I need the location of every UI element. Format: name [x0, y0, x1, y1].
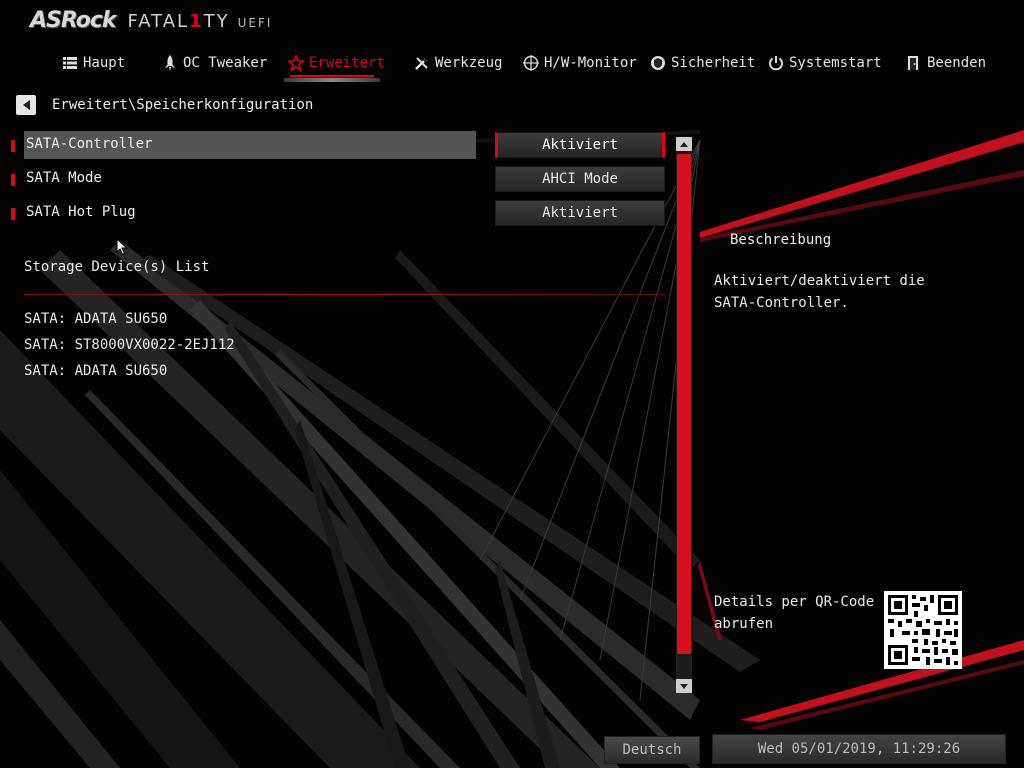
tab-haupt[interactable]: Haupt — [62, 52, 125, 74]
tab-label: OC Tweaker — [183, 55, 268, 71]
tab-label: Haupt — [83, 55, 126, 71]
setting-marker — [11, 140, 15, 152]
tab-label: Erweitert — [309, 55, 385, 71]
tab-beenden[interactable]: Beenden — [906, 52, 986, 74]
product-logo: FATAL1TY — [128, 11, 230, 32]
rocket-icon — [162, 55, 178, 71]
setting-row-sata-mode[interactable]: SATA Mode AHCI Mode — [8, 165, 668, 193]
back-button[interactable] — [16, 95, 36, 115]
power-icon — [768, 55, 784, 71]
list-icon — [62, 55, 78, 71]
tab-werkzeug[interactable]: Werkzeug — [414, 52, 502, 74]
tab-label: Sicherheit — [671, 55, 756, 71]
setting-value-button[interactable]: AHCI Mode — [495, 166, 665, 192]
breadcrumb-path: Erweitert\Speicherkonfiguration — [52, 97, 314, 113]
scrollbar[interactable] — [676, 137, 692, 693]
scroll-up-button[interactable] — [676, 137, 692, 151]
scrollbar-thumb[interactable] — [677, 154, 691, 654]
language-button[interactable]: Deutsch — [604, 736, 700, 764]
product-prefix: FATAL — [127, 11, 190, 32]
background-artwork — [0, 0, 1024, 768]
datetime-display: Wed 05/01/2019, 11:29:26 — [712, 734, 1006, 764]
setting-value-button[interactable]: Aktiviert — [495, 132, 665, 158]
setting-row-sata-hot-plug[interactable]: SATA Hot Plug Aktiviert — [8, 199, 668, 227]
tab-label: Werkzeug — [435, 55, 503, 71]
product-suffix: TY — [203, 11, 230, 32]
storage-device-item: SATA: ST8000VX0022-2EJ112 — [24, 337, 235, 353]
setting-label: SATA-Controller — [26, 136, 153, 152]
section-divider — [24, 294, 666, 295]
tab-hw-monitor[interactable]: H/W-Monitor — [523, 52, 637, 74]
tab-label: Beenden — [927, 55, 987, 71]
crosshair-icon — [523, 55, 539, 71]
tab-erweitert[interactable]: Erweitert — [288, 52, 385, 74]
tools-icon — [414, 55, 430, 71]
setting-marker — [11, 174, 15, 186]
active-tab-indicator-red — [290, 75, 374, 77]
tab-label: H/W-Monitor — [544, 55, 637, 71]
scroll-down-button[interactable] — [676, 679, 692, 693]
star-icon — [288, 55, 304, 71]
active-tab-indicator — [284, 78, 380, 82]
description-text: Aktiviert/deaktiviert die SATA-Controlle… — [714, 273, 925, 311]
shield-icon — [650, 55, 666, 71]
uefi-label: UEFI — [237, 16, 273, 30]
setting-row-sata-controller[interactable]: SATA-Controller Aktiviert — [8, 131, 668, 159]
asrock-fatality-logo: ASRock FATAL1TY UEFI — [30, 8, 272, 38]
qr-code-label: Details per QR-Code abrufen — [714, 594, 875, 632]
setting-label: SATA Hot Plug — [26, 204, 136, 220]
product-one: 1 — [189, 11, 204, 32]
breadcrumb: Erweitert\Speicherkonfiguration — [16, 95, 313, 115]
top-nav: Haupt OC Tweaker Erweitert Werkzeug H/W-… — [0, 48, 1024, 82]
description-heading: Beschreibung — [730, 232, 832, 248]
storage-device-item: SATA: ADATA SU650 — [24, 311, 168, 327]
brand-logo: ASRock — [30, 8, 117, 33]
setting-marker — [11, 208, 15, 220]
tab-label: Systemstart — [789, 55, 882, 71]
setting-label: SATA Mode — [26, 170, 102, 186]
setting-value-button[interactable]: Aktiviert — [495, 200, 665, 226]
qr-code-image — [884, 591, 962, 669]
mouse-cursor-icon — [116, 237, 128, 260]
tab-oc-tweaker[interactable]: OC Tweaker — [162, 52, 267, 74]
exit-door-icon — [906, 55, 922, 71]
tab-systemstart[interactable]: Systemstart — [768, 52, 882, 74]
storage-device-item: SATA: ADATA SU650 — [24, 363, 168, 379]
storage-list-title: Storage Device(s) List — [24, 259, 210, 275]
tab-sicherheit[interactable]: Sicherheit — [650, 52, 755, 74]
